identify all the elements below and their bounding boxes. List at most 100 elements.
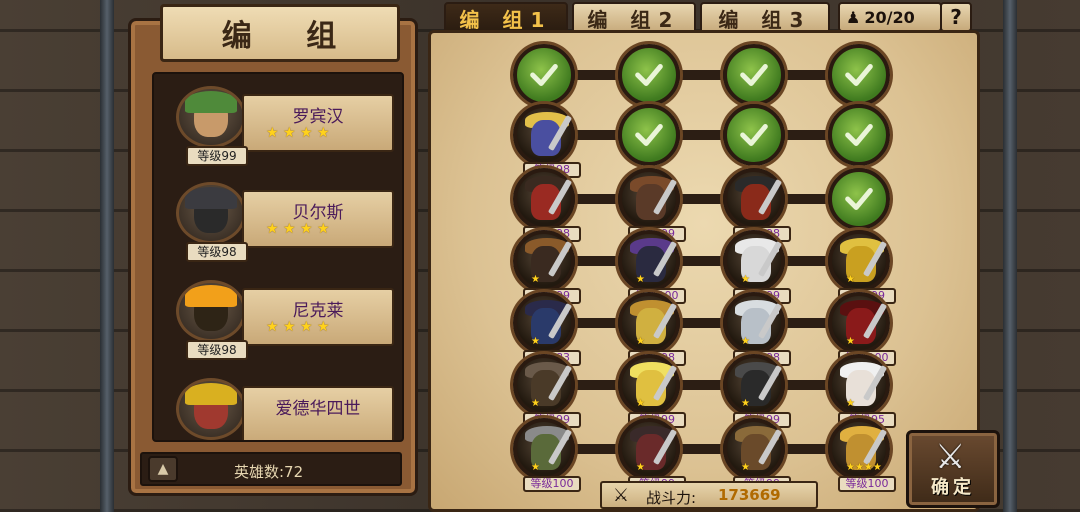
formation-board — [428, 30, 980, 512]
hero-stars: ★ — [636, 274, 645, 285]
combat-power-bar: ⚔ 战斗力: 173669 — [600, 481, 818, 509]
checkmark-icon — [530, 64, 558, 86]
hero-name: 爱德华四世 — [275, 399, 361, 419]
hero-stars: ★ — [636, 336, 645, 347]
hero-stars: ★ — [636, 462, 645, 473]
hero-name: 贝尔斯 — [292, 203, 344, 223]
confirm-button[interactable]: ⚔ 确定 — [906, 430, 1000, 508]
checkmark-icon — [635, 64, 663, 86]
hero-stars: ★ ★ ★ ★ — [266, 320, 330, 334]
hero-list-item[interactable]: 爱德华四世 — [164, 368, 396, 440]
formation-connector — [540, 380, 860, 390]
hero-name-plate: 爱德华四世 — [242, 386, 394, 440]
formation-connector — [540, 256, 860, 266]
checkmark-icon — [635, 124, 663, 146]
crossed-swords-icon: ⚔ — [612, 485, 630, 506]
hero-name-plate: 罗宾汉 ★ ★ ★ ★ — [242, 94, 394, 152]
hero-slot[interactable]: ★等级95 — [828, 354, 896, 428]
empty-slot-check[interactable] — [618, 104, 680, 166]
empty-slot-check[interactable] — [828, 168, 890, 230]
hero-list[interactable]: 罗宾汉 ★ ★ ★ ★ 等级99 贝尔斯 ★ ★ ★ ★ 等级98 尼克莱 ★ … — [152, 72, 404, 442]
hero-slot[interactable]: ★★★★ 等级100 — [828, 418, 896, 492]
hero-stars: ★ — [636, 398, 645, 409]
checkmark-icon — [845, 64, 873, 86]
hero-stars: ★ — [531, 274, 540, 285]
hero-name: 尼克莱 — [292, 301, 344, 321]
empty-slot-check[interactable] — [828, 44, 890, 106]
help-button[interactable]: ? — [940, 2, 972, 32]
star-icon: ★ ★ ★ ★ — [266, 221, 330, 237]
checkmark-icon — [845, 188, 873, 210]
checkmark-icon — [845, 124, 873, 146]
hero-slot[interactable]: ★等级99 — [828, 230, 896, 304]
hero-list-item[interactable]: 贝尔斯 ★ ★ ★ ★ 等级98 — [164, 172, 396, 264]
hero-slot[interactable]: 等级98 — [723, 168, 791, 242]
formation-connector — [540, 70, 860, 80]
formation-connector — [540, 444, 860, 454]
hero-stars: ★ — [531, 336, 540, 347]
hero-slot[interactable]: 等级98 — [513, 168, 581, 242]
empty-slot-check[interactable] — [828, 104, 890, 166]
hero-slot[interactable]: 等级98 — [513, 104, 581, 178]
empty-slot-check[interactable] — [723, 104, 785, 166]
hero-stars: ★ — [741, 336, 750, 347]
panel-title-plate: 编 组 — [160, 4, 400, 62]
hero-slot[interactable]: ★等级99 — [513, 230, 581, 304]
hero-slot[interactable]: ★等级99 — [723, 230, 791, 304]
hero-slot[interactable]: ★等级99 — [723, 418, 791, 492]
checkmark-icon — [740, 64, 768, 86]
squad-count: 20/20 — [864, 7, 915, 27]
formation-connector — [540, 318, 860, 328]
hero-avatar — [176, 86, 246, 148]
hero-stars: ★ ★ ★ ★ — [266, 126, 330, 140]
empty-slot-check[interactable] — [513, 44, 575, 106]
hero-slot[interactable]: ★等级99 — [618, 354, 686, 428]
hero-name-plate: 尼克莱 ★ ★ ★ ★ — [242, 288, 394, 346]
hero-slot[interactable]: ★等级83 — [513, 292, 581, 366]
checkmark-icon — [740, 124, 768, 146]
hero-slot[interactable]: ★等级100 — [618, 230, 686, 304]
hero-stars: ★ — [741, 274, 750, 285]
star-icon: ★ ★ ★ ★ — [266, 125, 330, 141]
hero-list-item[interactable]: 尼克莱 ★ ★ ★ ★ 等级98 — [164, 270, 396, 362]
hero-list-item[interactable]: 罗宾汉 ★ ★ ★ ★ 等级99 — [164, 76, 396, 168]
hero-count-bar: ▲ 英雄数:72 — [140, 452, 402, 486]
hero-name: 罗宾汉 — [292, 107, 344, 127]
hero-slot[interactable]: ★等级98 — [723, 292, 791, 366]
hero-slot[interactable]: ★等级99 — [723, 354, 791, 428]
power-value: 173669 — [718, 486, 781, 504]
hero-slot[interactable]: ★等级100 — [828, 292, 896, 366]
hero-hat — [185, 383, 237, 405]
hero-slot[interactable]: 等级99 — [618, 168, 686, 242]
hero-avatar — [176, 280, 246, 342]
hero-level: 等级98 — [186, 242, 248, 262]
hero-hat — [185, 187, 237, 209]
hero-hat — [185, 285, 237, 307]
hero-stars: ★ — [846, 274, 855, 285]
hero-stars: ★★★★ — [846, 462, 882, 473]
panel-title: 编 组 — [221, 19, 359, 54]
hero-stars: ★ — [531, 398, 540, 409]
hero-level: 等级98 — [186, 340, 248, 360]
left-rail — [100, 0, 114, 512]
star-icon: ★ ★ ★ ★ — [266, 319, 330, 335]
hero-stars: ★ — [846, 398, 855, 409]
helmet-icon[interactable]: ▲ — [148, 456, 178, 482]
empty-slot-check[interactable] — [618, 44, 680, 106]
formation-connector — [540, 130, 860, 140]
hero-slot[interactable]: ★ 等级100 — [513, 418, 581, 492]
confirm-label: 确定 — [931, 477, 975, 498]
hero-level: 等级100 — [523, 476, 581, 492]
empty-slot-check[interactable] — [723, 44, 785, 106]
power-label: 战斗力: — [646, 489, 697, 507]
hero-slot[interactable]: ★等级98 — [618, 292, 686, 366]
soldier-icon: ♟ — [846, 7, 861, 27]
hero-level: 等级100 — [838, 476, 896, 492]
hero-stars: ★ — [531, 462, 540, 473]
hero-slot[interactable]: ★等级99 — [618, 418, 686, 492]
hero-avatar — [176, 378, 246, 440]
crossed-swords-icon: ⚔ — [935, 437, 966, 477]
hero-slot[interactable]: ★等级99 — [513, 354, 581, 428]
hero-stars: ★ — [741, 462, 750, 473]
hero-hat — [185, 91, 237, 113]
